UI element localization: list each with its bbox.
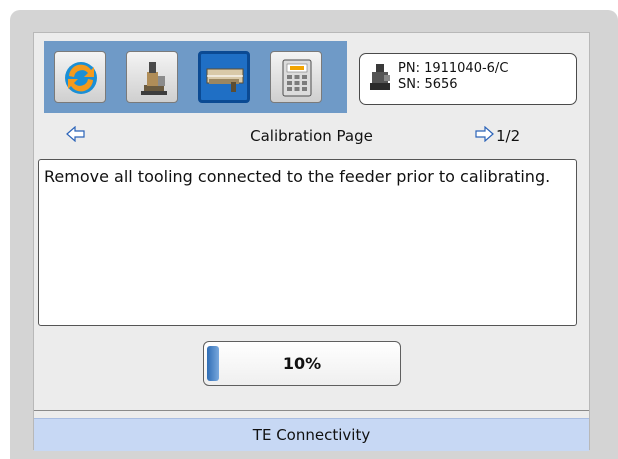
- part-info-panel: PN: 1911040-6/C SN: 5656: [359, 53, 577, 105]
- applicator-icon: [370, 64, 390, 90]
- footer-bar: TE Connectivity: [34, 418, 589, 451]
- te-calculator-icon: [282, 59, 312, 97]
- page-indicator: 1/2: [496, 127, 521, 145]
- toolbar: [44, 41, 347, 113]
- refresh-button[interactable]: [54, 51, 106, 103]
- footer: TE Connectivity: [34, 410, 589, 451]
- arrow-right-icon: [475, 125, 494, 143]
- page-navigation: Calibration Page 1/2: [34, 125, 589, 149]
- feeder-machine-icon: [141, 62, 167, 95]
- te-settings-button[interactable]: [270, 51, 322, 103]
- instruction-panel: Remove all tooling connected to the feed…: [38, 159, 577, 326]
- instruction-text: Remove all tooling connected to the feed…: [44, 167, 551, 186]
- calibration-tool-icon: [206, 68, 244, 92]
- calibration-button[interactable]: [198, 51, 250, 103]
- progress-label: 10%: [282, 354, 322, 373]
- next-page-button[interactable]: [474, 125, 494, 146]
- company-name: TE Connectivity: [252, 426, 371, 444]
- refresh-icon: [65, 62, 97, 94]
- calibration-progress-bar: 10%: [203, 341, 401, 386]
- serial-number: SN: 5656: [398, 77, 458, 92]
- hmi-screen: PN: 1911040-6/C SN: 5656 Calibration Pag…: [33, 32, 590, 451]
- part-number: PN: 1911040-6/C: [398, 61, 509, 76]
- feeder-button[interactable]: [126, 51, 178, 103]
